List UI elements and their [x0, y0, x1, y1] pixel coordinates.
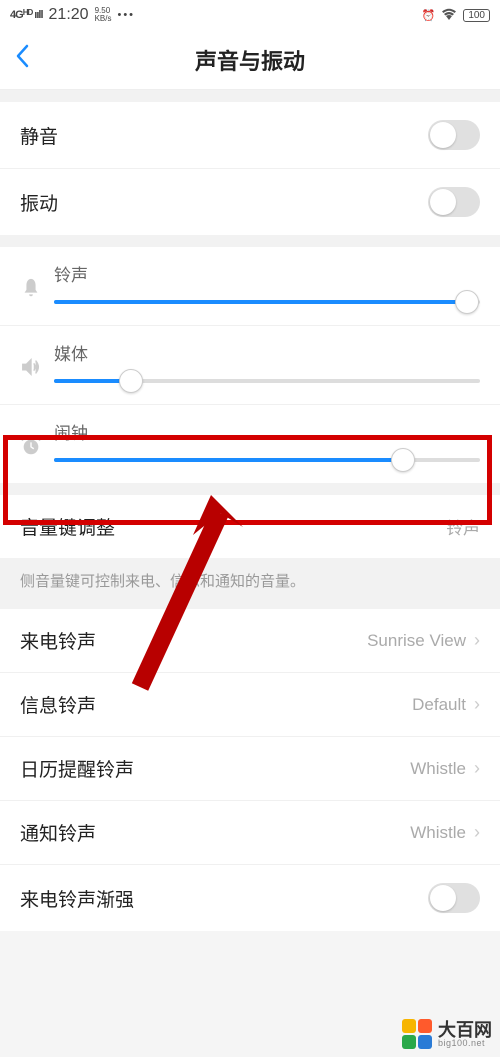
watermark-title: 大百网: [438, 1021, 492, 1039]
watermark: 大百网 big100.net: [402, 1019, 492, 1049]
chevron-right-icon: ›: [474, 758, 480, 779]
gradual-ringtone-toggle[interactable]: [428, 883, 480, 913]
notify-ringtone-row[interactable]: 通知铃声 Whistle ›: [0, 801, 500, 865]
ringtone-section: 来电铃声 Sunrise View › 信息铃声 Default › 日历提醒铃…: [0, 609, 500, 931]
battery-icon: 100: [463, 9, 490, 22]
volume-key-value: 铃声: [446, 514, 480, 539]
more-icon: •••: [117, 9, 135, 21]
calendar-ringtone-row[interactable]: 日历提醒铃声 Whistle ›: [0, 737, 500, 801]
signal-icon: 4GHD ııll: [10, 9, 43, 21]
alarm-slider-label: 闹钟: [54, 419, 480, 444]
message-ringtone-value: Default: [412, 695, 466, 715]
gradual-ringtone-row: 来电铃声渐强: [0, 865, 500, 931]
alarm-slider-row: 闹钟: [0, 405, 500, 483]
calendar-ringtone-label: 日历提醒铃声: [20, 755, 134, 782]
vibrate-toggle[interactable]: [428, 187, 480, 217]
media-slider-label: 媒体: [54, 340, 480, 365]
message-ringtone-row[interactable]: 信息铃声 Default ›: [0, 673, 500, 737]
alarm-slider[interactable]: [54, 458, 480, 462]
watermark-url: big100.net: [438, 1039, 492, 1048]
slider-section: 铃声 媒体 闹钟: [0, 247, 500, 483]
vibrate-row: 振动: [0, 169, 500, 235]
mute-toggle[interactable]: [428, 120, 480, 150]
chevron-right-icon: ›: [474, 822, 480, 843]
mute-row: 静音: [0, 102, 500, 169]
nav-bar: 声音与振动: [0, 30, 500, 90]
page-title: 声音与振动: [195, 44, 305, 76]
vibrate-label: 振动: [20, 189, 58, 216]
ringtone-slider-row: 铃声: [0, 247, 500, 326]
incoming-ringtone-value: Sunrise View: [367, 631, 466, 651]
wifi-icon: [441, 8, 457, 23]
status-time: 21:20: [49, 6, 89, 24]
incoming-ringtone-row[interactable]: 来电铃声 Sunrise View ›: [0, 609, 500, 673]
notify-ringtone-value: Whistle: [410, 823, 466, 843]
message-ringtone-label: 信息铃声: [20, 691, 96, 718]
media-slider-row: 媒体: [0, 326, 500, 405]
back-button[interactable]: [15, 44, 29, 75]
clock-icon: [20, 419, 54, 463]
status-bar: 4GHD ııll 21:20 9.50KB/s ••• ⏰ 100: [0, 0, 500, 30]
bell-icon: [20, 261, 54, 305]
ringtone-slider-label: 铃声: [54, 261, 480, 286]
gradual-ringtone-label: 来电铃声渐强: [20, 885, 134, 912]
net-speed: 9.50KB/s: [95, 7, 112, 23]
chevron-right-icon: ›: [474, 694, 480, 715]
volume-key-desc: 侧音量键可控制来电、信息和通知的音量。: [0, 558, 500, 609]
ringtone-slider[interactable]: [54, 300, 480, 304]
calendar-ringtone-value: Whistle: [410, 759, 466, 779]
mute-label: 静音: [20, 122, 58, 149]
notify-ringtone-label: 通知铃声: [20, 819, 96, 846]
speaker-icon: [20, 340, 54, 384]
alarm-status-icon: ⏰: [422, 9, 436, 22]
volume-key-row[interactable]: 音量键调整 铃声: [0, 495, 500, 558]
watermark-logo-icon: [402, 1019, 432, 1049]
chevron-right-icon: ›: [474, 630, 480, 651]
toggle-section: 静音 振动: [0, 102, 500, 235]
incoming-ringtone-label: 来电铃声: [20, 627, 96, 654]
volume-key-label: 音量键调整: [20, 513, 115, 540]
media-slider[interactable]: [54, 379, 480, 383]
